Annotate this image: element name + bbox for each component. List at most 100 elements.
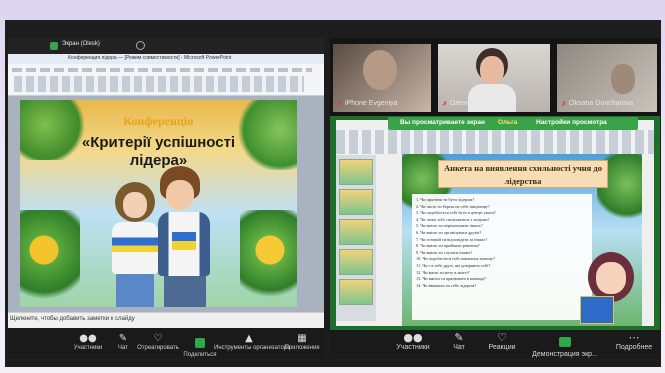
survey-question: 4. Чи легко тобі спілкуватися з людьми? [416, 216, 490, 222]
participant-shirt [468, 84, 516, 112]
girl-shirt [112, 222, 158, 274]
questions-list: 1. Чи прагнеш ти бути лідером? 2. Чи част… [416, 197, 588, 289]
survey-title: Анкета на виявлення схильності учня до л… [438, 160, 608, 188]
notes-pane[interactable]: Щелкните, чтобы добавить заметки к слайд… [8, 312, 324, 328]
survey-slide: Анкета на виявлення схильності учня до л… [402, 154, 642, 326]
heart-icon: ♡ [497, 331, 507, 344]
survey-question: 5. Чи вмієш ти переконувати інших? [416, 223, 483, 229]
more-label: Подробнее [615, 344, 653, 351]
slide-thumbnail[interactable] [339, 159, 373, 185]
presenter-name: Ольга [498, 119, 518, 126]
slide-thumbnail[interactable] [339, 249, 373, 275]
ribbon-tabs[interactable] [12, 68, 312, 72]
ribbon-buttons[interactable] [14, 76, 304, 92]
slide-thumbnail[interactable] [339, 189, 373, 215]
apps-label: Приложения [284, 345, 320, 351]
participant-video [363, 50, 397, 90]
survey-question: 2. Чи часто ти береш на себе ініціативу? [416, 203, 490, 209]
slide-thumbnail[interactable] [339, 219, 373, 245]
close-icon[interactable] [136, 41, 145, 50]
participant-tile-3[interactable]: ✗ Oksana Goncharova [557, 44, 657, 112]
screen-tab-label[interactable]: Экран (Olesk) [62, 41, 100, 47]
participants-label: Участники [73, 345, 103, 351]
sunflower-left [20, 210, 80, 307]
slide-heading: Конференція [123, 114, 194, 128]
participants-label: Участники [396, 344, 430, 351]
survey-question: 10. Чи подобається тобі навчатися новому… [416, 256, 495, 262]
chat-button[interactable]: ✎ Чат [444, 331, 474, 352]
muted-mic-icon: ✗ [561, 100, 567, 108]
boy-shirt-flag [172, 232, 196, 250]
right-meeting-toolbar: ●● Участники ✎ Чат ♡ Реакции Демонстраци… [330, 330, 660, 358]
slide-thumbnail[interactable] [339, 279, 373, 305]
character-face [596, 262, 626, 294]
share-screen-icon [559, 337, 571, 347]
survey-question: 8. Чи вмієш ти приймати рішення? [416, 243, 480, 249]
apps-button[interactable]: ▦ Приложения [282, 333, 322, 351]
muted-mic-icon: ✗ [337, 100, 343, 108]
share-icon [195, 338, 205, 348]
muted-mic-icon: ✗ [442, 100, 448, 108]
participants-button[interactable]: ●● Участники [70, 333, 106, 351]
slide-title: «Критерії успішності лідера» [81, 134, 236, 169]
reactions-label: Реакции [488, 344, 516, 351]
participant-video [611, 64, 635, 94]
character-book [580, 296, 614, 324]
more-icon: ⋯ [628, 331, 640, 344]
participant-name: Oksana Goncharova [569, 100, 634, 107]
view-settings-button[interactable]: Настройки просмотра [536, 119, 607, 126]
ppt-ribbon [8, 64, 324, 96]
shared-ribbon [336, 130, 654, 154]
notes-placeholder: Щелкните, чтобы добавить заметки к слайд… [10, 316, 135, 322]
host-tools-label: Инструменты организатора [214, 345, 291, 351]
questions-panel: 1. Чи прагнеш ти бути лідером? 2. Чи част… [412, 194, 592, 320]
participant-video [480, 56, 504, 84]
screen-icon [50, 42, 58, 50]
survey-question: 6. Чи вмієш ти організувати друзів? [416, 229, 482, 235]
survey-question: 1. Чи прагнеш ти бути лідером? [416, 197, 475, 202]
participants-button[interactable]: ●● Участники [390, 331, 436, 352]
survey-question: 9. Чи вмієш ти слухати інших? [416, 249, 473, 255]
chat-icon: ✎ [454, 331, 464, 344]
participant-tile-1[interactable]: ✗ iPhone Evgeniya [333, 44, 431, 112]
shield-icon: ▲ [245, 333, 253, 344]
survey-question: 3. Чи подобається тобі бути в центрі ува… [416, 210, 496, 216]
girl-jeans [116, 274, 154, 307]
chat-button[interactable]: ✎ Чат [108, 333, 138, 351]
apps-icon: ▦ [297, 333, 307, 344]
participant-name: iPhone Evgeniya [345, 100, 398, 107]
girl-face [123, 192, 147, 218]
heart-icon: ♡ [153, 333, 163, 344]
sunflower-right [240, 210, 297, 307]
viewing-screen-banner: Вы просматриваете экран Ольга Настройки … [388, 117, 638, 130]
survey-question: 11. Чи є в тебе друзі, які довіряють тоб… [416, 262, 491, 268]
survey-question: 13. Чи вмієш ти працювати в команді? [416, 276, 487, 282]
people-icon: ●● [79, 333, 97, 344]
survey-question: 14. Чи вважаєш ти себе лідером? [416, 282, 477, 288]
banner-text: Вы просматриваете экран [400, 119, 485, 126]
chat-label: Чат [453, 344, 465, 351]
boy-face [166, 180, 194, 210]
more-button[interactable]: ⋯ Подробнее [612, 331, 656, 352]
survey-question: 7. Чи готовий ти відповідати за інших? [416, 236, 488, 242]
react-label: Отреагировать [137, 345, 179, 351]
chat-label: Чат [118, 345, 128, 351]
slide-thumbnail-pane [336, 155, 376, 321]
host-tools-button[interactable]: ▲ Инструменты организатора [214, 333, 291, 351]
share-button[interactable]: Поделиться [182, 333, 218, 358]
survey-question: 12. Чи маєш ти мету в житті? [416, 269, 470, 275]
people-icon: ●● [403, 331, 423, 344]
ppt-titlebar: Конференция лідера — [Режим совместимост… [8, 54, 324, 64]
participant-tile-2[interactable]: ✗ Олена Пинкевич [438, 44, 550, 112]
share-label: Поделиться [183, 352, 217, 358]
participant-name: Олена Пинкевич [450, 100, 505, 107]
conference-slide: Конференція «Критерії успішності лідера» [20, 100, 297, 307]
ppt-window-title: Конференция лідера — [Режим совместимост… [68, 55, 232, 61]
reactions-button[interactable]: ♡ Реакции [482, 331, 522, 352]
screen-share-button[interactable]: Демонстрация экр... [530, 332, 600, 358]
react-button[interactable]: ♡ Отреагировать [136, 333, 180, 351]
left-meeting-toolbar: ●● Участники ✎ Чат ♡ Отреагировать Подел… [8, 328, 324, 358]
screen-share-label: Демонстрация экр... [532, 351, 598, 358]
chat-icon: ✎ [118, 333, 128, 344]
boy-jeans [164, 276, 206, 307]
